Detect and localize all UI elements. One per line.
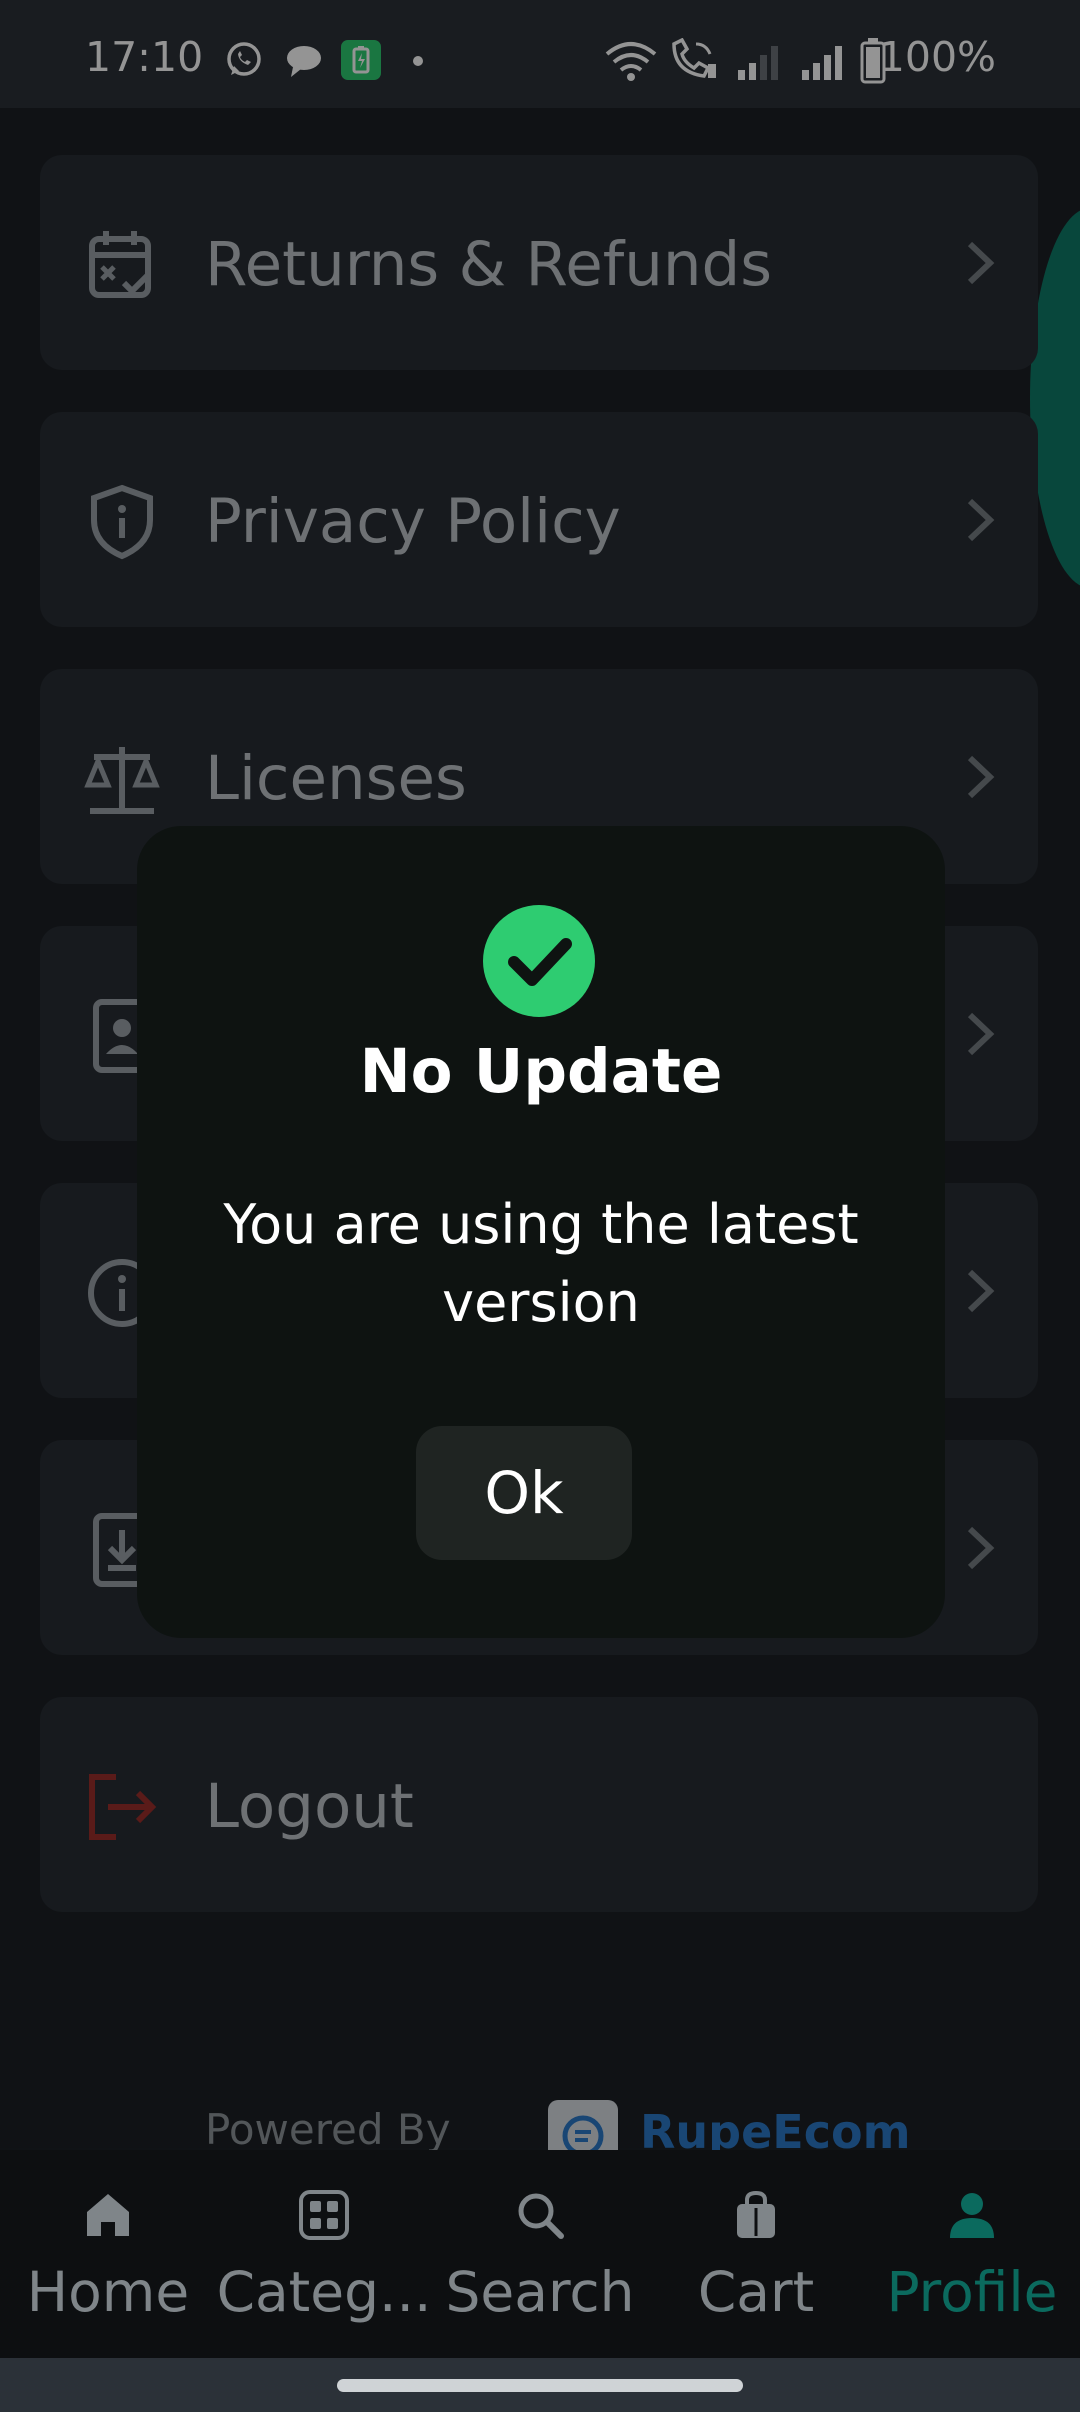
home-icon bbox=[87, 2194, 129, 2236]
dialog-message: You are using the latest version bbox=[223, 1193, 859, 1334]
nav-item-profile[interactable]: Profile bbox=[864, 2150, 1080, 2358]
update-dialog: No Update You are using the latest versi… bbox=[137, 826, 945, 1638]
search-icon bbox=[518, 2193, 564, 2239]
grid-icon bbox=[299, 2190, 349, 2240]
gesture-handle[interactable] bbox=[337, 2379, 743, 2392]
nav-label: Search bbox=[445, 2260, 635, 2324]
nav-label: Profile bbox=[886, 2260, 1058, 2324]
gesture-bar bbox=[0, 2358, 1080, 2412]
nav-item-categories[interactable]: Categ... bbox=[216, 2150, 432, 2358]
person-icon bbox=[950, 2193, 994, 2238]
dialog-title: No Update bbox=[359, 1036, 723, 1107]
nav-item-home[interactable]: Home bbox=[0, 2150, 216, 2358]
nav-label: Cart bbox=[697, 2260, 815, 2324]
check-circle-icon bbox=[483, 905, 595, 1017]
nav-item-search[interactable]: Search bbox=[432, 2150, 648, 2358]
bag-icon bbox=[737, 2190, 775, 2238]
screen: 17:10 100% Returns & Refunds Privacy Pol… bbox=[0, 0, 1080, 2412]
nav-label: Home bbox=[26, 2260, 190, 2324]
nav-item-cart[interactable]: Cart bbox=[648, 2150, 864, 2358]
ok-button[interactable]: Ok bbox=[416, 1426, 632, 1560]
bottom-nav: Home Categ... Search Cart Profile bbox=[0, 2150, 1080, 2358]
nav-label: Categ... bbox=[216, 2260, 432, 2324]
